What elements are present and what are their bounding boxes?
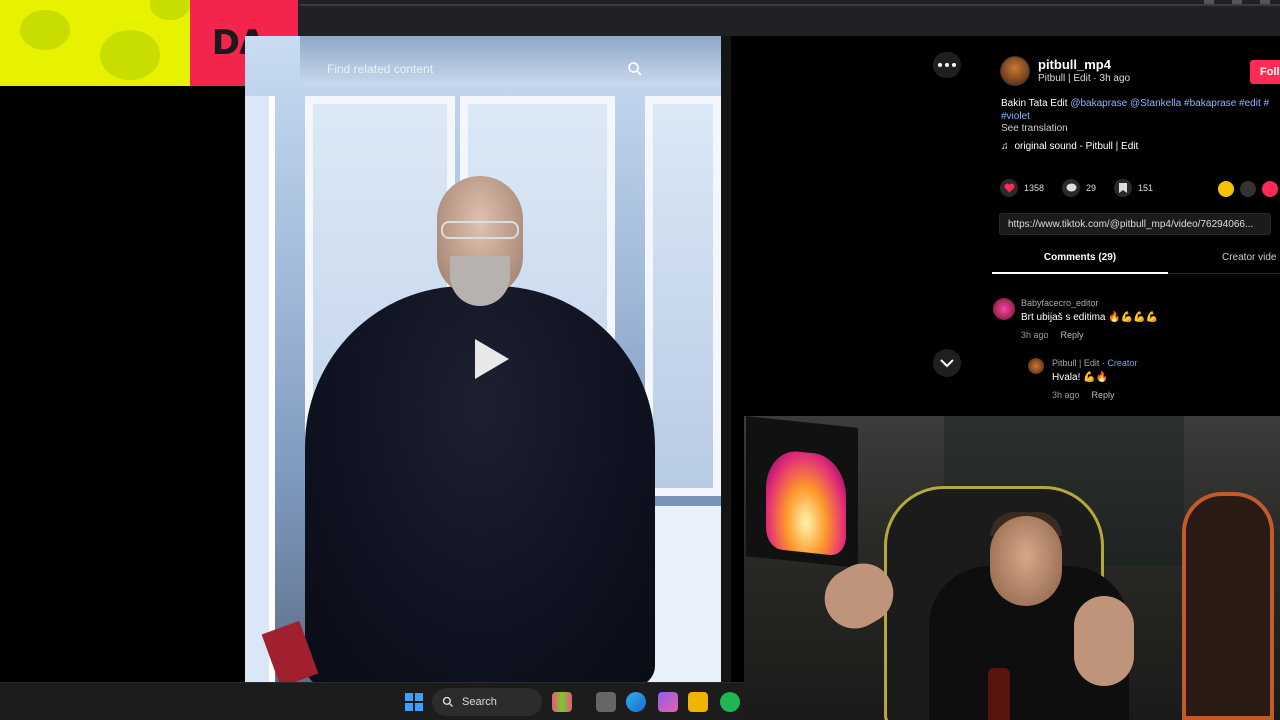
search-icon [442,696,453,707]
user-subtitle: Pitbull | Edit · 3h ago [1038,73,1131,84]
comment-icon [1062,179,1080,197]
task-view-icon[interactable] [596,692,616,712]
chevron-down-icon[interactable] [933,349,961,377]
music-note-icon: ♫ [1001,141,1009,152]
avatar[interactable] [993,298,1015,320]
bookmark-icon [1114,179,1132,197]
description-tag-violet[interactable]: #violet [1001,111,1030,122]
reply-text: Hvala! 💪🔥 [1052,372,1109,383]
like-button[interactable]: 1358 [1000,179,1044,197]
heart-icon [1000,179,1018,197]
related-search-box[interactable]: Find related content [315,54,655,84]
taskbar-search[interactable]: Search [432,688,542,716]
post-details-panel: pitbull_mp4 Pitbull | Edit · 3h ago Foll… [990,36,1280,416]
more-icon[interactable] [933,52,961,78]
tab-bar: Comments (29) Creator vide [992,250,1280,274]
taskbar-search-label: Search [462,696,497,708]
reply-meta: 3h ago Reply [1052,390,1115,400]
avatar[interactable] [1000,56,1030,86]
video-player[interactable]: Find related content [245,36,721,682]
follow-button[interactable]: Foll [1250,60,1280,84]
post-url-field[interactable]: https://www.tiktok.com/@pitbull_mp4/vide… [999,213,1271,235]
streamer-webcam [744,416,1280,720]
play-icon[interactable] [471,336,511,382]
description-text: Bakin Tata Edit [1001,98,1071,109]
comment-time: 3h ago [1021,330,1049,340]
comment-button[interactable]: 29 [1062,179,1096,197]
windows-icon[interactable] [405,693,423,711]
search-placeholder: Find related content [327,62,434,76]
tab-comments[interactable]: Comments (29) [992,250,1168,274]
creator-badge: Creator [1107,358,1138,368]
description-tags[interactable]: @bakaprase @Stankella #bakaprase #edit # [1070,98,1269,109]
divider [721,36,731,682]
comments-count: 29 [1086,183,1097,193]
saves-count: 151 [1138,183,1154,193]
copilot-icon[interactable] [658,692,678,712]
reply-button[interactable]: Reply [1061,330,1084,340]
reply-user-label: Pitbull | Edit · [1052,358,1108,368]
likes-count: 1358 [1024,183,1045,193]
search-icon[interactable] [627,61,643,77]
whatsapp-icon[interactable] [720,692,740,712]
windows-taskbar: Search [0,682,744,720]
comment-username[interactable]: Babyfacecro_editor [1021,298,1099,308]
embed-icon[interactable] [1240,181,1256,197]
post-description: Bakin Tata Edit @bakaprase @Stankella #b… [1001,97,1280,123]
sound-link[interactable]: ♫ original sound - Pitbull | Edit [1001,141,1138,152]
avatar[interactable] [1028,358,1044,374]
comment-meta: 3h ago Reply [1021,330,1084,340]
edge-icon[interactable] [626,692,646,712]
comment-text: Brt ubijaš s editima 🔥💪💪💪 [1021,312,1159,323]
window-controls[interactable] [1204,0,1270,4]
screen: DA Find related content pitbull_mp4 Pitb… [0,0,1280,720]
see-translation-link[interactable]: See translation [1001,123,1068,134]
tab-creator-videos[interactable]: Creator vide [1222,250,1276,263]
reply-button[interactable]: Reply [1092,390,1115,400]
username[interactable]: pitbull_mp4 [1038,57,1111,72]
folder-icon[interactable] [688,692,708,712]
reply-time: 3h ago [1052,390,1080,400]
sound-label: original sound - Pitbull | Edit [1014,141,1139,152]
share-tiktok-icon[interactable] [1262,181,1278,197]
save-button[interactable]: 151 [1114,179,1153,197]
widgets-icon[interactable] [552,692,572,712]
share-friends-icon[interactable] [1218,181,1234,197]
reply-username[interactable]: Pitbull | Edit · Creator [1052,358,1137,368]
action-bar: 1358 29 151 [1000,179,1280,201]
address-bar-edge [300,4,1280,6]
brand-yellow-panel [0,0,190,86]
